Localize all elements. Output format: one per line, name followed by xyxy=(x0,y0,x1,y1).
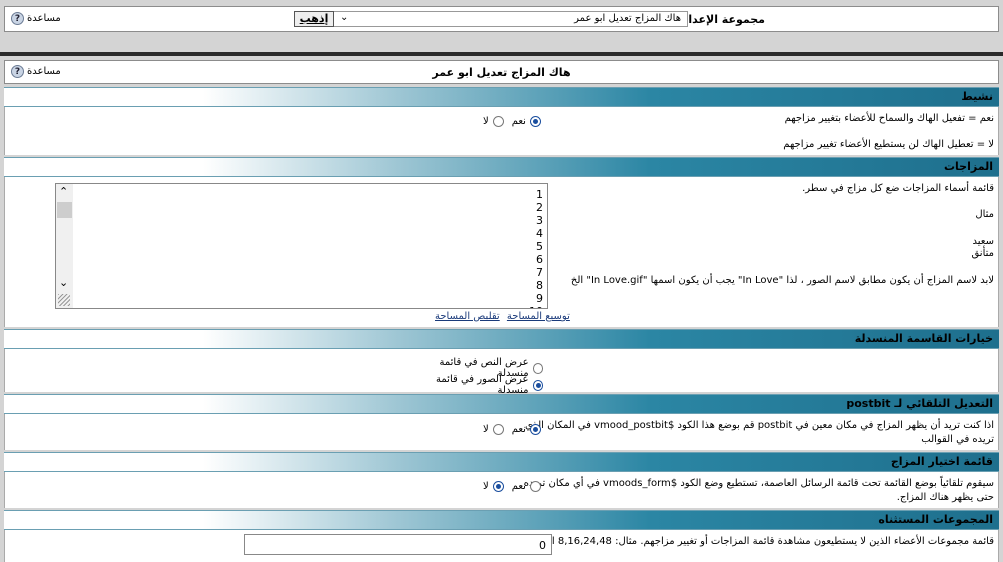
autoedit-desc-2: تريده في القوالب xyxy=(921,434,994,445)
section-title: المزاجات xyxy=(943,160,993,173)
section-title: المجموعات المستثناه xyxy=(878,513,993,526)
textarea-line: 4 xyxy=(536,227,543,240)
autoedit-no-radio[interactable] xyxy=(492,424,504,435)
autoedit-desc-1: اذا كنت تريد أن يظهر المزاج في مكان معين… xyxy=(525,420,994,431)
separator-bar xyxy=(0,52,1003,56)
moods-desc-1: قائمة أسماء المزاجات ضع كل مزاج في سطر. xyxy=(802,183,994,194)
no-label: لا xyxy=(483,424,489,435)
input-value: 0 xyxy=(539,539,546,552)
active-desc-2: لا = تعطيل الهاك لن يستطيع الأعضاء تغيير… xyxy=(783,139,994,150)
textarea-line: 3 xyxy=(536,214,543,227)
top-settings-bar: مجموعة الإعداد هاك المزاج تعديل ابو عمر … xyxy=(4,6,999,32)
picker-no-radio[interactable] xyxy=(492,481,504,492)
section-autoedit-header: التعديل التلقائي لـ postbit xyxy=(4,394,999,414)
section-title: نشيط xyxy=(961,90,993,103)
section-title: التعديل التلقائي لـ postbit xyxy=(846,397,993,410)
section-active-row: نعم = تفعيل الهاك والسماح للأعضاء بتغيير… xyxy=(4,107,999,155)
section-excluded-row: قائمة مجموعات الأعضاء الذين لا يستطيعون … xyxy=(4,530,999,562)
textarea-line: 6 xyxy=(536,253,543,266)
section-dropdown-row: عرض النص في قائمة منسدلة عرض الصور في قا… xyxy=(4,349,999,396)
expand-area-link[interactable]: توسيع المساحة xyxy=(507,311,570,322)
moods-example-label: مثال xyxy=(975,209,994,220)
picker-yes-radio[interactable] xyxy=(529,481,541,492)
no-label: لا xyxy=(483,481,489,492)
textarea-scrollbar[interactable]: ⌃ ⌄ xyxy=(56,184,73,308)
textarea-line: 9 xyxy=(536,292,543,305)
autoedit-yes-radio[interactable] xyxy=(529,424,541,435)
section-active-header: نشيط xyxy=(4,87,999,107)
yes-label: نعم xyxy=(511,424,526,435)
chevron-down-icon: ⌄ xyxy=(340,12,349,23)
active-desc-1: نعم = تفعيل الهاك والسماح للأعضاء بتغيير… xyxy=(784,113,994,124)
yes-label: نعم xyxy=(511,481,526,492)
go-button[interactable]: إذهب xyxy=(294,11,334,27)
section-picker-header: قائمة اختيار المزاج xyxy=(4,452,999,472)
panel-title: هاك المزاج تعديل ابو عمر xyxy=(432,66,571,79)
settings-group-select[interactable]: هاك المزاج تعديل ابو عمر ⌄ xyxy=(333,11,688,27)
active-yes-radio[interactable] xyxy=(529,116,541,127)
yes-label: نعم xyxy=(511,116,526,127)
textarea-line: 8 xyxy=(536,279,543,292)
textarea-size-links: توسيع المساحة تقليص المساحة xyxy=(435,311,570,322)
no-label: لا xyxy=(483,116,489,127)
moods-lines: 12345678910 xyxy=(529,188,543,308)
scroll-up-icon[interactable]: ⌃ xyxy=(59,185,68,198)
dropdown-images-radio[interactable] xyxy=(532,379,543,391)
textarea-line: 1 xyxy=(536,188,543,201)
section-title: خيارات القاسمة المنسدلة xyxy=(854,332,993,345)
top-help-link[interactable]: مساعدة ? xyxy=(11,12,61,25)
dropdown-opt-images: عرض الصور في قائمة منسدلة xyxy=(409,374,543,396)
panel-header: هاك المزاج تعديل ابو عمر مساعدة ? xyxy=(4,60,999,84)
moods-example-1: سعيد xyxy=(972,236,994,247)
help-label: مساعدة xyxy=(27,13,61,24)
dropdown-text-radio[interactable] xyxy=(532,362,543,374)
autoedit-radio-group: نعم لا xyxy=(483,424,541,435)
panel-help-link[interactable]: مساعدة ? xyxy=(11,65,61,78)
shrink-area-link[interactable]: تقليص المساحة xyxy=(435,311,500,322)
moods-textarea[interactable]: ⌃ ⌄ 12345678910 xyxy=(55,183,548,309)
moods-desc-2: لابد لاسم المزاج أن يكون مطابق لاسم الصو… xyxy=(570,275,994,286)
picker-desc-1: سيقوم تلقائياً بوضع القائمة تحت قائمة ال… xyxy=(523,478,994,489)
scroll-thumb[interactable] xyxy=(57,202,72,218)
textarea-line: 10 xyxy=(529,305,543,308)
scroll-down-icon[interactable]: ⌄ xyxy=(59,276,68,289)
settings-group-label: مجموعة الإعداد xyxy=(682,13,765,26)
section-picker-row: سيقوم تلقائياً بوضع القائمة تحت قائمة ال… xyxy=(4,472,999,508)
active-radio-group: نعم لا xyxy=(483,116,541,127)
picker-radio-group: نعم لا xyxy=(483,481,541,492)
textarea-line: 2 xyxy=(536,201,543,214)
excluded-desc: قائمة مجموعات الأعضاء الذين لا يستطيعون … xyxy=(539,536,994,547)
help-label: مساعدة xyxy=(27,66,61,77)
section-excluded-header: المجموعات المستثناه xyxy=(4,510,999,530)
section-dropdown-header: خيارات القاسمة المنسدلة xyxy=(4,329,999,349)
section-moods-header: المزاجات xyxy=(4,157,999,177)
select-value: هاك المزاج تعديل ابو عمر xyxy=(574,13,681,24)
option-label: عرض الصور في قائمة منسدلة xyxy=(436,374,529,396)
help-icon: ? xyxy=(11,65,24,78)
excluded-groups-input[interactable]: 0 xyxy=(244,534,552,555)
resize-grip-icon[interactable] xyxy=(58,294,70,306)
textarea-line: 7 xyxy=(536,266,543,279)
picker-desc-2: حتى يظهر هناك المزاج. xyxy=(896,492,994,503)
textarea-line: 5 xyxy=(536,240,543,253)
section-title: قائمة اختيار المزاج xyxy=(890,455,993,468)
moods-example-2: متأنق xyxy=(971,248,994,259)
help-icon: ? xyxy=(11,12,24,25)
active-no-radio[interactable] xyxy=(492,116,504,127)
section-autoedit-row: اذا كنت تريد أن يظهر المزاج في مكان معين… xyxy=(4,414,999,450)
section-moods-row: قائمة أسماء المزاجات ضع كل مزاج في سطر. … xyxy=(4,177,999,327)
